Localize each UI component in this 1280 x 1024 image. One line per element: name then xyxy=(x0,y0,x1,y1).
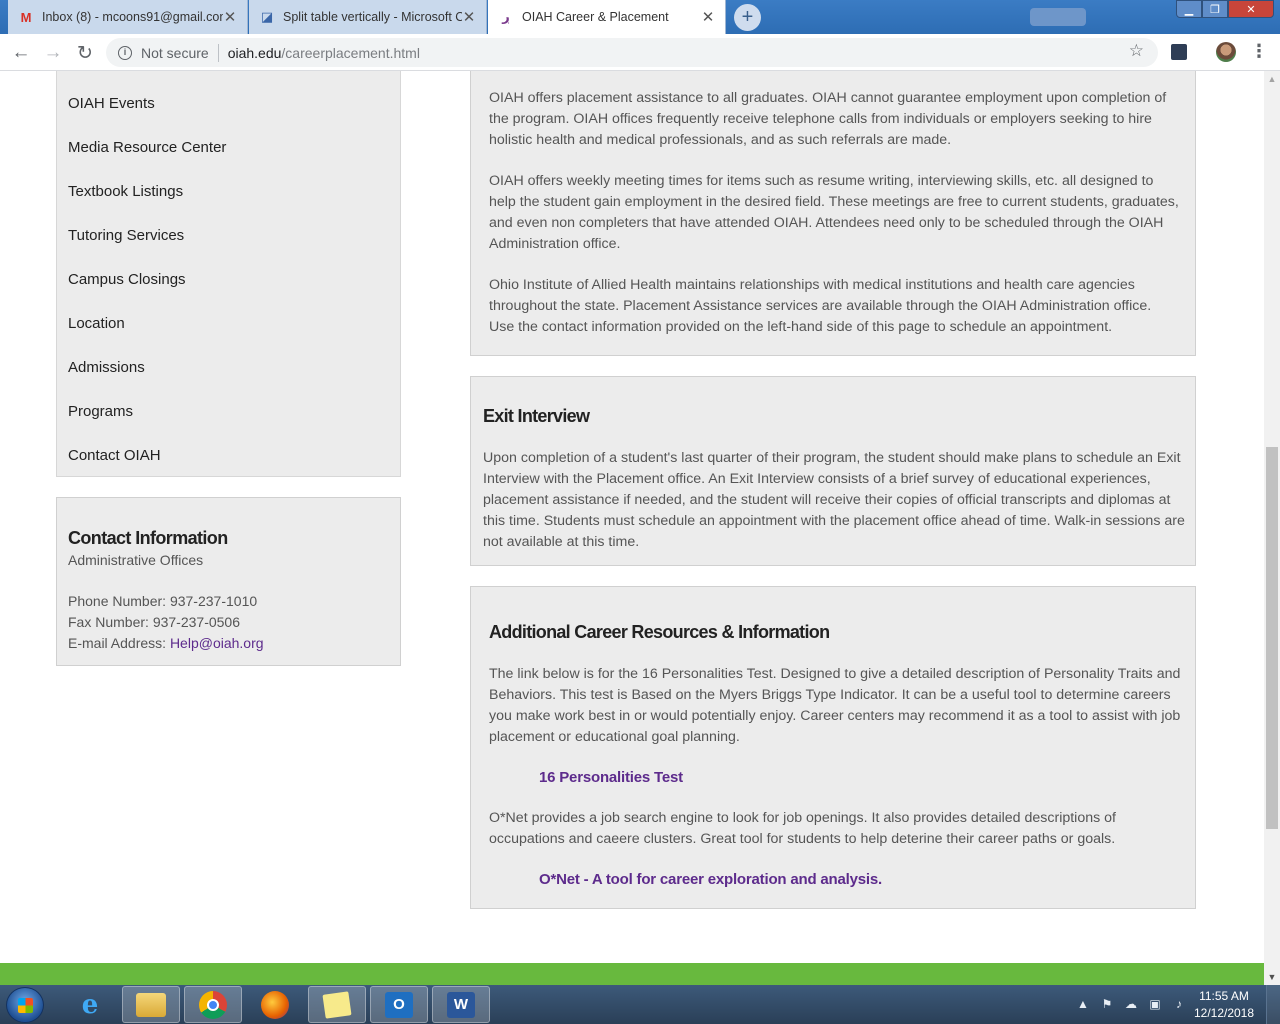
resources-intro: The link below is for the 16 Personaliti… xyxy=(489,666,1181,745)
exit-interview-box: Exit Interview Upon completion of a stud… xyxy=(470,376,1196,566)
email-line: E-mail Address: Help@oiah.org xyxy=(68,635,264,651)
sidebar-item-admissions[interactable]: Admissions xyxy=(68,359,145,376)
url-path: /careerplacement.html xyxy=(281,44,420,61)
sidebar-item-campus-closings[interactable]: Campus Closings xyxy=(68,271,186,288)
sidebar-item-location[interactable]: Location xyxy=(68,315,125,332)
phone-label: Phone Number: xyxy=(68,593,167,609)
address-bar[interactable]: i Not secure oiah.edu/careerplacement.ht… xyxy=(106,38,1158,67)
chrome-icon[interactable] xyxy=(184,986,242,1023)
tab-strip: M Inbox (8) - mcoons91@gmail.com ✕ ◪ Spl… xyxy=(0,0,1280,34)
close-icon[interactable]: ✕ xyxy=(223,8,237,26)
taskbar: e O W ▲ ⚑ ☁ ▣ ♪ 11:55 AM 12/12/2018 xyxy=(0,985,1280,1024)
fax-line: Fax Number: 937-237-0506 xyxy=(68,614,240,630)
kebab-menu-icon[interactable]: ⋮ xyxy=(1250,42,1268,61)
contact-title: Contact Information xyxy=(68,528,228,548)
resources-heading: Additional Career Resources & Informatio… xyxy=(489,622,830,642)
tab-label: Split table vertically - Microsoft Commu… xyxy=(283,10,462,24)
close-icon[interactable]: ✕ xyxy=(701,8,715,26)
browser-toolbar: ← → ↻ i Not secure oiah.edu/careerplacem… xyxy=(0,34,1280,71)
forward-arrow-icon[interactable]: → xyxy=(40,40,66,66)
sidebar-menu: OIAH Events Media Resource Center Textbo… xyxy=(56,71,401,477)
email-link[interactable]: Help@oiah.org xyxy=(170,635,264,651)
phone-number: 937-237-1010 xyxy=(169,593,258,609)
show-hidden-icons-icon[interactable]: ▲ xyxy=(1075,996,1091,1012)
oiah-icon: ڔ xyxy=(502,9,510,24)
onedrive-cloud-icon[interactable]: ☁ xyxy=(1123,996,1139,1012)
back-arrow-icon[interactable]: ← xyxy=(8,40,34,66)
placement-assistance-box: OIAH offers placement assistance to all … xyxy=(470,71,1196,356)
sidebar-item-contact-oiah[interactable]: Contact OIAH xyxy=(68,447,161,464)
onet-link[interactable]: O*Net - A tool for career exploration an… xyxy=(539,871,882,888)
scrollbar-thumb[interactable] xyxy=(1266,447,1278,829)
info-icon[interactable]: i xyxy=(118,45,132,60)
network-icon[interactable]: ▣ xyxy=(1147,996,1163,1012)
sidebar-item-media-resource-center[interactable]: Media Resource Center xyxy=(68,139,226,156)
sidebar-item-textbook-listings[interactable]: Textbook Listings xyxy=(68,183,183,200)
close-window-button[interactable]: ✕ xyxy=(1228,0,1274,18)
fax-label: Fax Number: xyxy=(68,614,149,630)
gmail-icon: M xyxy=(20,9,32,25)
contact-information-box: Contact Information Administrative Offic… xyxy=(56,497,401,666)
internet-explorer-icon[interactable]: e xyxy=(61,986,119,1023)
start-button[interactable] xyxy=(6,987,44,1023)
scroll-up-arrow-icon[interactable]: ▲ xyxy=(1264,71,1280,87)
placement-paragraph-1: OIAH offers placement assistance to all … xyxy=(489,90,1167,148)
sidebar-item-programs[interactable]: Programs xyxy=(68,403,133,420)
personalities-test-link[interactable]: 16 Personalities Test xyxy=(539,769,683,786)
tab-oiah-career[interactable]: ڔ OIAH Career & Placement ✕ xyxy=(488,0,726,34)
exit-interview-body: Upon completion of a student's last quar… xyxy=(483,450,1185,550)
sticky-notes-icon[interactable] xyxy=(308,986,366,1023)
url-host: oiah.edu xyxy=(227,44,282,61)
reload-icon[interactable]: ↻ xyxy=(72,40,98,66)
sidebar-item-oiah-events[interactable]: OIAH Events xyxy=(68,95,155,112)
divider xyxy=(217,43,219,62)
tab-microsoft-community[interactable]: ◪ Split table vertically - Microsoft Com… xyxy=(249,0,487,34)
windows-logo-icon xyxy=(18,998,33,1013)
footer-bar xyxy=(0,963,1264,985)
volume-icon[interactable]: ♪ xyxy=(1171,996,1187,1012)
clock-date[interactable]: 12/12/2018 xyxy=(1190,1006,1258,1020)
sidebar-item-tutoring-services[interactable]: Tutoring Services xyxy=(68,227,184,244)
career-resources-box: Additional Career Resources & Informatio… xyxy=(470,586,1196,909)
security-label: Not secure xyxy=(141,44,209,61)
new-tab-button[interactable]: + xyxy=(734,4,761,31)
extension-icon[interactable] xyxy=(1171,44,1187,60)
vertical-scrollbar[interactable]: ▲ ▼ xyxy=(1264,71,1280,985)
scroll-down-arrow-icon[interactable]: ▼ xyxy=(1264,969,1280,985)
clock-time[interactable]: 11:55 AM xyxy=(1190,989,1258,1003)
bookmark-star-icon[interactable]: ☆ xyxy=(1129,41,1144,61)
maximize-button[interactable]: ❐ xyxy=(1202,0,1228,18)
profile-chip[interactable] xyxy=(1030,8,1086,26)
email-label: E-mail Address: xyxy=(68,635,167,651)
placement-paragraph-2: OIAH offers weekly meeting times for ite… xyxy=(489,173,1179,252)
fax-number: 937-237-0506 xyxy=(152,614,240,630)
tab-gmail[interactable]: M Inbox (8) - mcoons91@gmail.com ✕ xyxy=(8,0,248,34)
onet-description: O*Net provides a job search engine to lo… xyxy=(489,810,1116,847)
word-icon[interactable]: W xyxy=(432,986,490,1023)
outlook-icon[interactable]: O xyxy=(370,986,428,1023)
show-desktop-button[interactable] xyxy=(1266,985,1280,1024)
action-center-flag-icon[interactable]: ⚑ xyxy=(1099,996,1115,1012)
firefox-icon[interactable] xyxy=(246,986,304,1023)
phone-line: Phone Number: 937-237-1010 xyxy=(68,593,257,609)
placement-paragraph-3: Ohio Institute of Allied Health maintain… xyxy=(489,277,1152,335)
exit-interview-heading: Exit Interview xyxy=(483,406,590,426)
page-viewport: OIAH Events Media Resource Center Textbo… xyxy=(0,71,1264,985)
contact-subtitle: Administrative Offices xyxy=(68,552,204,568)
avatar[interactable] xyxy=(1216,42,1236,62)
file-explorer-icon[interactable] xyxy=(122,986,180,1023)
tab-label: OIAH Career & Placement xyxy=(522,10,669,24)
tab-label: Inbox (8) - mcoons91@gmail.com xyxy=(42,10,223,24)
close-icon[interactable]: ✕ xyxy=(462,8,476,26)
microsoft-icon: ◪ xyxy=(260,9,274,24)
minimize-button[interactable]: ▁ xyxy=(1176,0,1202,18)
